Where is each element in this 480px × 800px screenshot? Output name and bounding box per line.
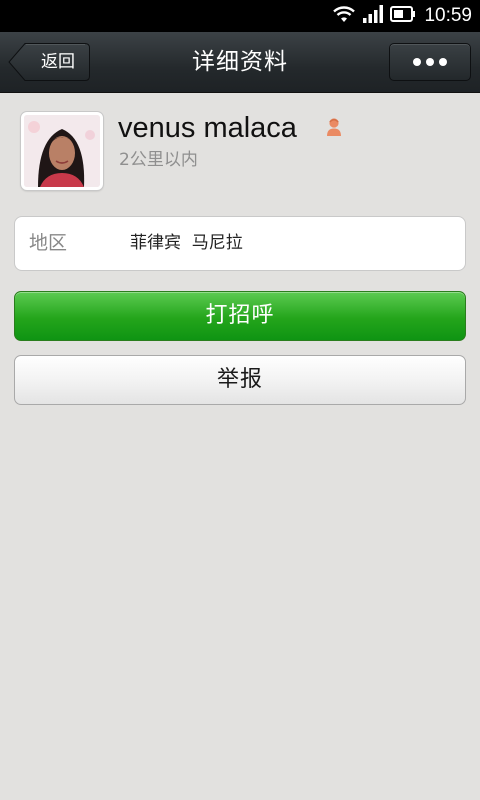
greet-button[interactable]: 打招呼 bbox=[14, 291, 466, 341]
region-label: 地区 bbox=[29, 232, 68, 254]
avatar[interactable] bbox=[21, 112, 103, 190]
status-icons: 10:59 bbox=[332, 0, 472, 32]
battery-icon bbox=[390, 5, 416, 27]
more-dots-icon bbox=[413, 58, 421, 66]
status-time: 10:59 bbox=[424, 5, 472, 26]
status-bar: 10:59 bbox=[0, 0, 480, 32]
report-button[interactable]: 举报 bbox=[14, 355, 466, 405]
region-card: 地区 菲律宾 马尼拉 bbox=[14, 216, 466, 271]
back-label: 返回 bbox=[41, 52, 75, 72]
page-title: 详细资料 bbox=[192, 49, 288, 75]
distance-label: 2公里以内 bbox=[119, 150, 198, 170]
profile-name: venus malaca bbox=[118, 112, 297, 144]
title-bar: 返回 详细资料 bbox=[0, 32, 480, 93]
wifi-icon bbox=[332, 4, 356, 28]
avatar-photo bbox=[24, 115, 100, 187]
signal-icon bbox=[362, 4, 384, 28]
more-dots-icon bbox=[426, 58, 434, 66]
more-button[interactable] bbox=[389, 43, 471, 81]
region-value: 菲律宾 马尼拉 bbox=[130, 233, 243, 253]
back-button[interactable]: 返回 bbox=[8, 43, 90, 81]
more-dots-icon bbox=[439, 58, 447, 66]
female-icon bbox=[325, 117, 343, 141]
